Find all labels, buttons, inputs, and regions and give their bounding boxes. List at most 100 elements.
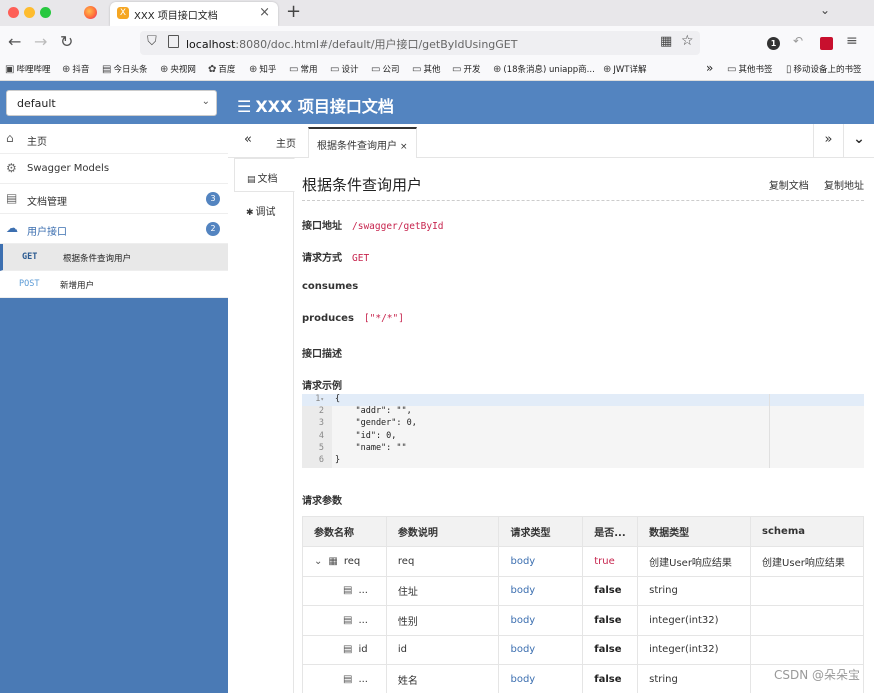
bookmark-item[interactable]: ⊕ JWT详解 [603,63,647,75]
line-number: 1▾ [302,394,324,404]
new-tab-button[interactable]: + [286,1,301,22]
column-header: 参数名称 [302,516,387,547]
bookmark-label: 哔哩哔哩 [16,65,51,75]
param-required-cell: false [582,664,639,693]
tab-get-by-id[interactable]: 根据条件查询用户 × [308,127,417,158]
hamburger-menu-icon[interactable]: ≡ [846,33,859,49]
bookmark-label: JWT详解 [613,65,647,75]
tab-home[interactable]: 主页 [276,135,296,150]
tab-list-chevron-icon[interactable]: ⌄ [820,3,830,17]
browser-tab-active[interactable]: X XXX 项目接口文档 × [110,2,278,26]
chevron-down-icon[interactable]: ⌄ [314,556,322,567]
bookmark-label: 知乎 [259,65,277,75]
bookmark-item[interactable]: ✿ 百度 [208,63,235,75]
notification-badge-icon[interactable]: 1 [767,37,780,50]
bookmark-folder[interactable]: ▭ 常用 [289,63,317,75]
endpoint-add-user[interactable]: POST 新增用户 [0,271,228,298]
address-bar[interactable]: ⛉ localhost:8080/doc.html#/default/用户接口/… [140,31,700,55]
code-line: 4 "id": 0, [302,431,864,443]
doc-actions: 复制文档 复制地址 [757,177,864,192]
extension-icon[interactable] [820,37,833,50]
bookmark-label: 抖音 [72,65,90,75]
copy-address-button[interactable]: 复制地址 [824,181,864,192]
tab-debug-label: 调试 [255,207,276,218]
param-name: id [358,644,368,656]
bookmark-star-icon[interactable]: ☆ [681,33,694,49]
line-number: 3 [318,418,324,429]
api-description-row: 接口描述 [302,345,342,360]
param-datatype-cell: integer(int32) [637,605,752,636]
sidebar-item-swagger-models[interactable]: ⚙ Swagger Models [0,154,228,184]
bookmark-label: 公司 [382,65,400,75]
forward-button[interactable]: → [34,32,47,51]
bookmark-folder[interactable]: ▯ 移动设备上的书签 [786,63,862,75]
bookmark-folder[interactable]: ▭ 设计 [330,63,358,75]
param-datatype-cell: 创建User响应结果 [637,546,752,577]
bookmark-folder[interactable]: ▭ 其他书签 [727,63,772,75]
tab-doc[interactable]: ▤ 文档 [234,158,295,192]
group-select[interactable]: default ⌄ [6,90,217,116]
code-line: 2 "addr": "", [302,406,864,418]
bookmark-item[interactable]: ⊕ 知乎 [249,63,276,75]
firefox-icon[interactable] [84,6,97,19]
shield-icon[interactable]: ⛉ [147,34,157,49]
minimize-window-button[interactable] [24,7,35,18]
fold-icon[interactable]: ▾ [320,396,324,403]
url-text[interactable]: localhost:8080/doc.html#/default/用户接口/ge… [186,36,517,52]
undo-icon[interactable]: ↶ [793,34,806,48]
field-label: 接口地址 [302,221,342,232]
bookmark-item[interactable]: ⊕ (18条消息) uniapp商... [493,63,595,75]
bookmark-folder[interactable]: ▭ 公司 [371,63,399,75]
menu-toggle-icon[interactable]: ☰ [237,97,251,116]
tab-close-icon[interactable]: × [259,5,270,20]
url-host: localhost [186,38,236,51]
bookmark-item[interactable]: ▤ 今日头条 [102,63,147,75]
maximize-window-button[interactable] [40,7,51,18]
close-icon[interactable]: × [400,142,408,152]
tv-icon: ▣ [5,64,15,75]
sidebar-item-home[interactable]: ⌂ 主页 [0,124,228,154]
app-header: default ⌄ ☰ XXX 项目接口文档 [0,81,874,124]
api-doc-panel: 根据条件查询用户 复制文档 复制地址 接口地址/swagger/getById … [302,158,864,693]
param-desc-cell: 姓名 [385,664,500,693]
field-icon: ▤ [343,673,353,685]
request-example-code[interactable]: 1▾ { 2 "addr": "", 3 "gender": 0, 4 "id":… [302,394,864,468]
bookmark-item[interactable]: ⊕ 抖音 [62,63,89,75]
param-name: ... [358,614,368,626]
line-number: 4 [318,430,324,441]
browser-nav-bar: ← → ↻ ⛉ localhost:8080/doc.html#/default… [0,26,874,59]
bookmark-item[interactable]: ⊕ 央视网 [160,63,196,75]
request-method-value: GET [352,253,370,264]
qr-code-icon[interactable]: ▦ [660,34,672,49]
bug-icon: ✱ [246,208,254,218]
home-icon: ⌂ [6,131,14,145]
tabs-scroll-left-icon[interactable]: « [244,132,252,147]
bookmark-item[interactable]: ▣ 哔哩哔哩 [5,63,50,75]
tab-debug[interactable]: ✱ 调试 [234,192,294,226]
back-button[interactable]: ← [8,32,21,51]
sidebar: ⌂ 主页 ⚙ Swagger Models ▤ 文档管理 3 ☁ 用户接口 2 … [0,124,228,693]
sidebar-item-user-api[interactable]: ☁ 用户接口 2 [0,214,228,244]
sidebar-item-doc-management[interactable]: ▤ 文档管理 3 [0,184,228,214]
globe-icon: ⊕ [249,64,258,75]
param-name: req [343,555,361,567]
reload-button[interactable]: ↻ [60,32,73,51]
bookmark-folder[interactable]: ▭ 开发 [452,63,480,75]
tabs-scroll-right-icon[interactable]: » [813,124,843,158]
field-label: produces [302,313,354,324]
param-type-cell: body [498,546,584,577]
tab-title: XXX 项目接口文档 [134,11,218,22]
param-datatype-cell: string [637,664,752,693]
bookmarks-overflow-button[interactable]: » [706,61,713,75]
sidebar-menu: ⌂ 主页 ⚙ Swagger Models ▤ 文档管理 3 ☁ 用户接口 2 … [0,124,228,298]
close-window-button[interactable] [8,7,19,18]
param-type-cell: body [498,664,584,693]
copy-doc-button[interactable]: 复制文档 [769,181,809,192]
bookmark-folder[interactable]: ▭ 其他 [412,63,440,75]
line-number: 2 [318,406,324,417]
endpoint-get-by-id[interactable]: GET 根据条件查询用户 [0,244,228,271]
page-icon[interactable] [168,35,179,48]
divider [302,200,864,201]
code-text: "addr": "", [335,406,412,417]
tabs-menu-chevron-icon[interactable]: ⌄ [843,124,874,158]
